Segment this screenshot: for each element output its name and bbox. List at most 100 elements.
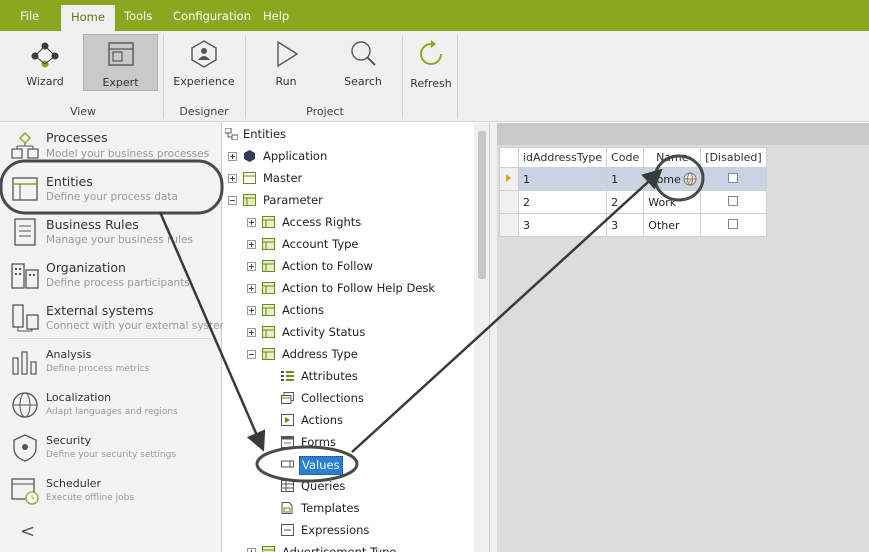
nav-item-localization[interactable]: Localization Adapt languages and regions xyxy=(0,386,222,424)
tree-node-actions-sub[interactable]: Actions xyxy=(223,410,483,430)
cell-disabled[interactable] xyxy=(700,213,767,237)
collapse-nav-button[interactable]: < xyxy=(20,521,35,542)
tree-label: Action to Follow Help Desk xyxy=(282,281,436,295)
nav-subtitle: Define your process data xyxy=(46,191,178,203)
row-indicator[interactable] xyxy=(499,167,519,191)
cell[interactable]: 1 xyxy=(517,167,608,191)
cell[interactable]: 1 xyxy=(606,167,645,191)
nav-subtitle: Adapt languages and regions xyxy=(46,407,178,417)
cell-name-editing[interactable]: Home xyxy=(643,167,702,191)
nav-title: External systems xyxy=(46,303,154,318)
expand-toggle[interactable] xyxy=(247,284,256,293)
cell-disabled[interactable] xyxy=(700,190,767,214)
entity-icon xyxy=(262,282,275,294)
tree-node-forms[interactable]: Forms xyxy=(223,432,483,452)
tree-scrollbar[interactable] xyxy=(474,123,489,552)
cell[interactable]: Other xyxy=(643,213,702,237)
menu-file[interactable]: File xyxy=(20,0,39,31)
menu-bar: File Home Tools Configuration Help xyxy=(0,0,869,31)
tree-node-queries[interactable]: Queries xyxy=(223,476,483,496)
run-button[interactable]: Run xyxy=(262,34,310,91)
tree-node-master[interactable]: Master xyxy=(223,168,483,188)
tree-node-expressions[interactable]: Expressions xyxy=(223,520,483,540)
menu-help[interactable]: Help xyxy=(263,0,289,31)
localize-globe-button[interactable] xyxy=(683,172,697,189)
collapse-toggle[interactable] xyxy=(228,196,237,205)
tree-label: Attributes xyxy=(301,369,358,383)
expand-toggle[interactable] xyxy=(247,240,256,249)
menu-configuration[interactable]: Configuration xyxy=(173,0,251,31)
nav-item-scheduler[interactable]: Scheduler Execute offline jobs xyxy=(0,472,222,510)
disabled-checkbox[interactable] xyxy=(728,172,739,183)
nav-item-analysis[interactable]: Analysis Define process metrics xyxy=(0,343,222,381)
nav-item-external-systems[interactable]: External systems Connect with your exter… xyxy=(0,300,235,338)
expand-toggle[interactable] xyxy=(247,328,256,337)
column-header[interactable]: [Disabled] xyxy=(700,147,767,168)
nav-title: Scheduler xyxy=(46,477,102,490)
tree-node-action-to-follow-help-desk[interactable]: Action to Follow Help Desk xyxy=(223,278,483,298)
wizard-label: Wizard xyxy=(26,75,64,88)
expand-toggle[interactable] xyxy=(247,218,256,227)
panel-splitter[interactable] xyxy=(489,123,497,552)
nav-item-business-rules[interactable]: Business Rules Manage your business rule… xyxy=(0,214,222,252)
values-icon xyxy=(281,460,294,468)
cell[interactable]: 2 xyxy=(606,190,645,214)
cell[interactable]: Work xyxy=(643,190,702,214)
expand-toggle[interactable] xyxy=(228,152,237,161)
nav-title: Localization xyxy=(46,391,112,404)
scrollbar-thumb[interactable] xyxy=(478,131,486,279)
tree-node-access-rights[interactable]: Access Rights xyxy=(223,212,483,232)
tree-label: Actions xyxy=(282,303,325,317)
ribbon: Wizard Expert View Experience Designer R… xyxy=(0,31,869,122)
cell[interactable]: 2 xyxy=(517,190,608,214)
refresh-button[interactable]: Refresh xyxy=(406,34,456,91)
tree-node-templates[interactable]: Templates xyxy=(223,498,483,518)
expert-button[interactable]: Expert xyxy=(83,34,158,91)
tree-node-actions[interactable]: Actions xyxy=(223,300,483,320)
tree-node-account-type[interactable]: Account Type xyxy=(223,234,483,254)
nav-item-organization[interactable]: Organization Define process participants xyxy=(0,257,222,295)
column-header[interactable]: Code xyxy=(606,147,645,168)
expand-toggle[interactable] xyxy=(247,548,256,552)
collapse-toggle[interactable] xyxy=(247,350,256,359)
cell[interactable]: 3 xyxy=(606,213,645,237)
tree-node-collections[interactable]: Collections xyxy=(223,388,483,408)
wizard-button[interactable]: Wizard xyxy=(17,34,73,91)
cell-disabled[interactable] xyxy=(700,167,767,191)
tree-node-activity-status[interactable]: Activity Status xyxy=(223,322,483,342)
row-indicator[interactable] xyxy=(499,213,519,237)
tree-node-values[interactable]: Values xyxy=(223,454,483,475)
expand-toggle[interactable] xyxy=(228,174,237,183)
table-row[interactable]: 3 3 Other xyxy=(499,213,767,237)
menu-tools[interactable]: Tools xyxy=(124,0,152,31)
disabled-checkbox[interactable] xyxy=(728,195,739,206)
tree-node-address-type[interactable]: Address Type xyxy=(223,344,483,364)
tree-node-parameter[interactable]: Parameter xyxy=(223,190,483,210)
nav-item-processes[interactable]: Processes Model your business processes xyxy=(0,128,222,166)
tree-label: Account Type xyxy=(282,237,359,251)
entities-icon xyxy=(12,177,38,201)
column-header[interactable]: idAddressType xyxy=(517,147,608,168)
processes-icon xyxy=(11,132,39,159)
experience-button[interactable]: Experience xyxy=(173,34,235,91)
nav-title: Entities xyxy=(46,174,93,189)
search-button[interactable]: Search xyxy=(336,34,390,91)
table-row[interactable]: 2 2 Work xyxy=(499,190,767,214)
tree-node-action-to-follow[interactable]: Action to Follow xyxy=(223,256,483,276)
tree-node-advertisement-type[interactable]: Advertisement Type xyxy=(223,542,483,552)
external-systems-icon xyxy=(12,304,39,332)
tree-label: Activity Status xyxy=(282,325,366,339)
tree-node-application[interactable]: Application xyxy=(223,146,483,166)
disabled-checkbox[interactable] xyxy=(728,218,739,229)
menu-home[interactable]: Home xyxy=(61,5,115,31)
table-row[interactable]: 1 1 Home xyxy=(499,167,767,191)
row-indicator[interactable] xyxy=(499,190,519,214)
nav-item-entities[interactable]: Entities Define your process data xyxy=(0,171,222,209)
nav-item-security[interactable]: Security Define your security settings xyxy=(0,429,222,467)
tree-node-attributes[interactable]: Attributes xyxy=(223,366,483,386)
column-header[interactable]: Name xyxy=(643,147,702,168)
expand-toggle[interactable] xyxy=(247,262,256,271)
globe-icon xyxy=(683,172,697,186)
expand-toggle[interactable] xyxy=(247,306,256,315)
cell[interactable]: 3 xyxy=(517,213,608,237)
